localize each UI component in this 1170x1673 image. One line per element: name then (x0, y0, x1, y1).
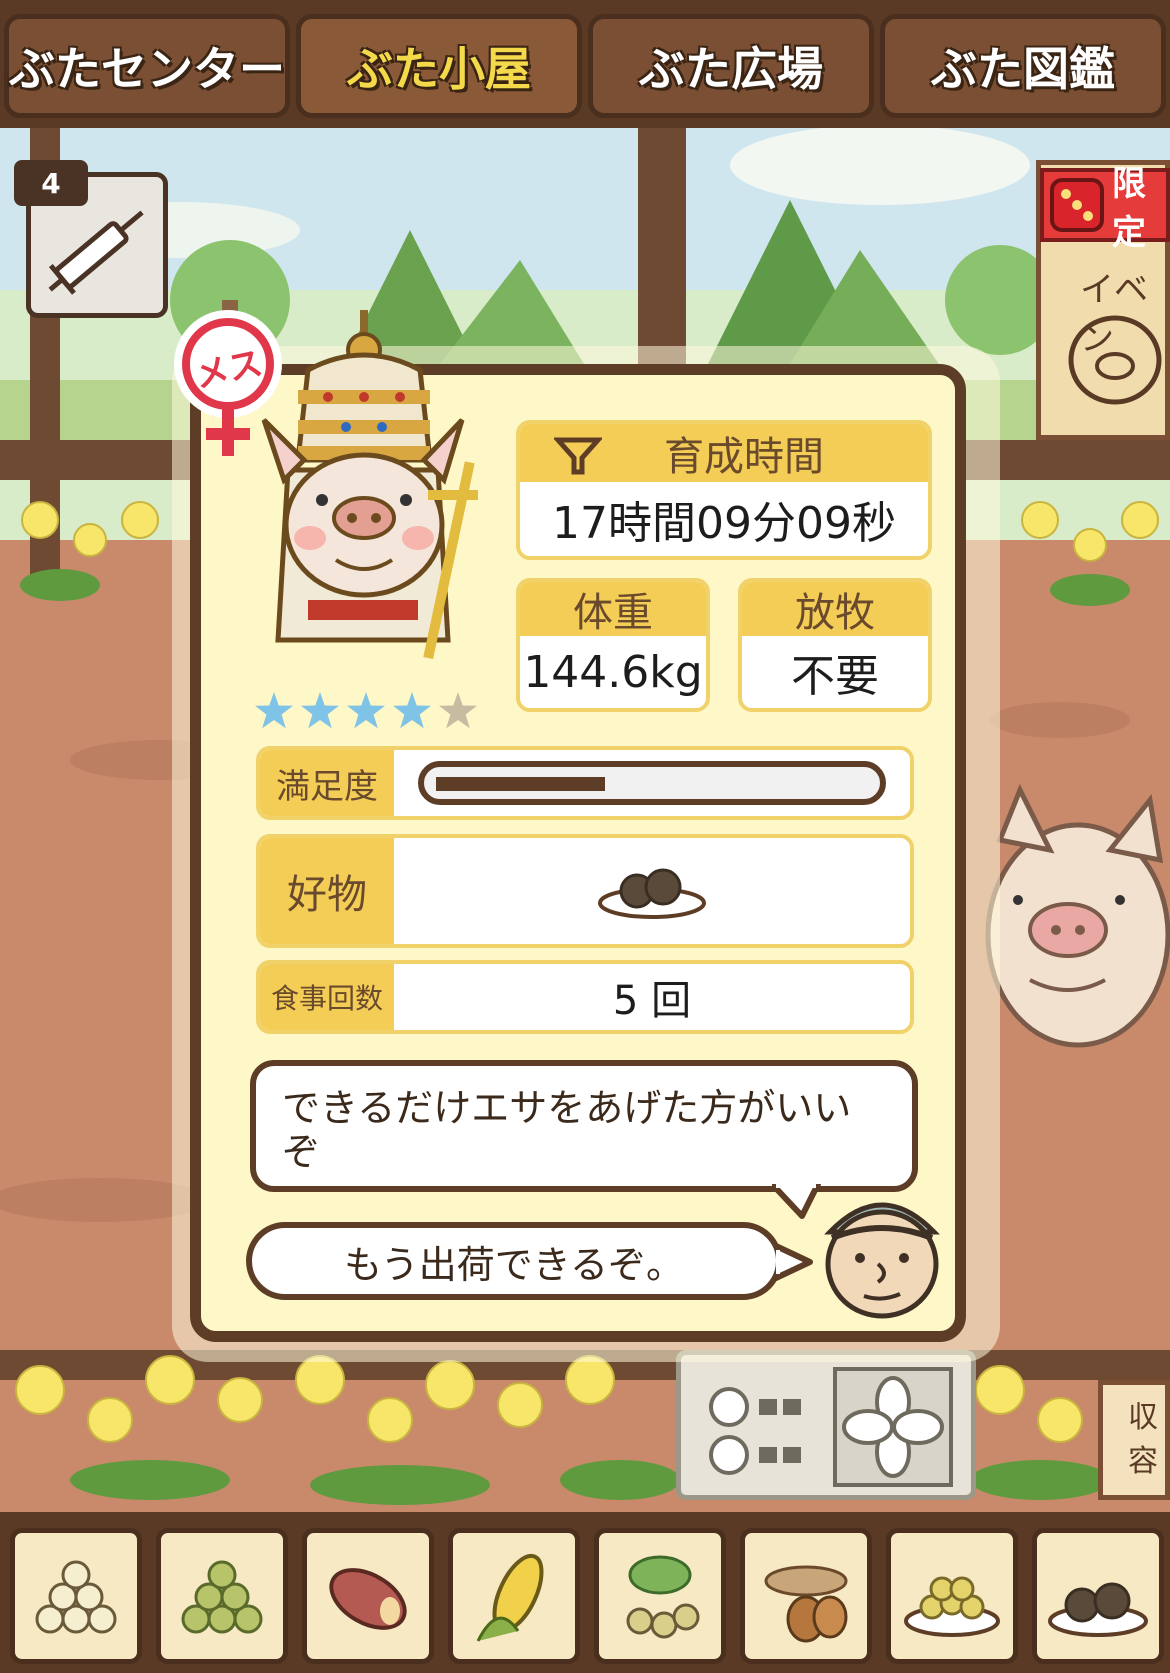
status-bubble-tail (776, 1243, 813, 1281)
farmer-avatar-icon[interactable] (816, 1178, 948, 1320)
meal-count-value: 5 回 (612, 978, 692, 1024)
satisfaction-row: 満足度 (256, 746, 914, 820)
grazing-label: 放牧 (742, 582, 928, 636)
dial-icon (709, 1387, 801, 1475)
food-slot-meatball-plate[interactable] (1032, 1528, 1164, 1664)
satisfaction-bar-fill (436, 777, 605, 791)
limited-label: 限定 (1112, 164, 1146, 253)
advice-speech-bubble: できるだけエサをあげた方がいいぞ (250, 1060, 918, 1192)
tab-pig-hut[interactable]: ぶた小屋 (296, 14, 582, 118)
food-slot-bean-plate[interactable] (886, 1528, 1018, 1664)
food-slot-herb-nuts[interactable] (594, 1528, 726, 1664)
star-empty-icon (439, 692, 477, 729)
weight-value: 144.6kg (523, 646, 703, 698)
tab-pig-plaza[interactable]: ぶた広場 (588, 14, 874, 118)
storage-label: 収容 (1128, 1400, 1158, 1479)
dice-icon (1050, 178, 1104, 232)
bean-plate-icon (904, 1576, 1000, 1637)
food-slot-sweet-potato[interactable] (302, 1528, 434, 1664)
star-filled-icon (347, 692, 385, 729)
grazing-box: 放牧 不要 (738, 578, 932, 712)
food-slot-corn[interactable] (448, 1528, 580, 1664)
pig-face-sign-icon (1068, 315, 1162, 405)
grain-pile-icon (35, 1560, 117, 1634)
tab-pig-encyclopedia[interactable]: ぶた図鑑 (880, 14, 1166, 118)
game-scene: ぶたセンター ぶた小屋 ぶた広場 ぶた図鑑 4 限定 イベン 収容 メス 育成時… (0, 0, 1170, 1673)
background-pig (985, 783, 1170, 1048)
growth-time-label: 育成時間 (664, 434, 824, 480)
satisfaction-bar (418, 761, 886, 805)
acorn-icon (764, 1565, 848, 1643)
favorite-food-row: 好物 (256, 834, 914, 948)
item-count-badge: 4 (14, 160, 88, 206)
fan-icon (833, 1367, 953, 1487)
meatball-plate-icon (598, 868, 706, 919)
meal-count-row: 食事回数 5 回 (256, 960, 914, 1034)
weight-box: 体重 144.6kg (516, 578, 710, 712)
food-slot-grain-pile[interactable] (10, 1528, 142, 1664)
ventilation-control-box[interactable] (676, 1350, 976, 1500)
corn-icon (476, 1553, 544, 1642)
rating-stars (255, 692, 477, 729)
satisfaction-label: 満足度 (260, 750, 394, 816)
growth-time-value: 17時間09分09秒 (552, 498, 896, 549)
herb-nuts-icon (626, 1555, 700, 1639)
food-slot-acorn[interactable] (740, 1528, 872, 1664)
status-text: もう出荷できるぞ。 (343, 1242, 685, 1287)
star-filled-icon (301, 692, 339, 729)
timer-icon (554, 437, 602, 475)
tab-pig-center[interactable]: ぶたセンター (4, 14, 290, 118)
growth-time-box: 育成時間 17時間09分09秒 (516, 420, 932, 560)
status-speech-bubble: もう出荷できるぞ。 (246, 1222, 782, 1300)
star-filled-icon (255, 692, 293, 729)
green-bean-pile-icon (181, 1560, 263, 1634)
weight-label: 体重 (520, 582, 706, 636)
food-slot-green-bean-pile[interactable] (156, 1528, 288, 1664)
meal-count-label: 食事回数 (260, 964, 394, 1030)
advice-text: できるだけエサをあげた方がいいぞ (282, 1086, 852, 1174)
favorite-label: 好物 (260, 838, 394, 944)
grazing-value: 不要 (791, 651, 879, 702)
star-filled-icon (393, 692, 431, 729)
pope-pig-character[interactable] (248, 310, 488, 700)
sweet-potato-icon (329, 1568, 407, 1630)
meatball-plate-icon (1048, 1582, 1148, 1637)
